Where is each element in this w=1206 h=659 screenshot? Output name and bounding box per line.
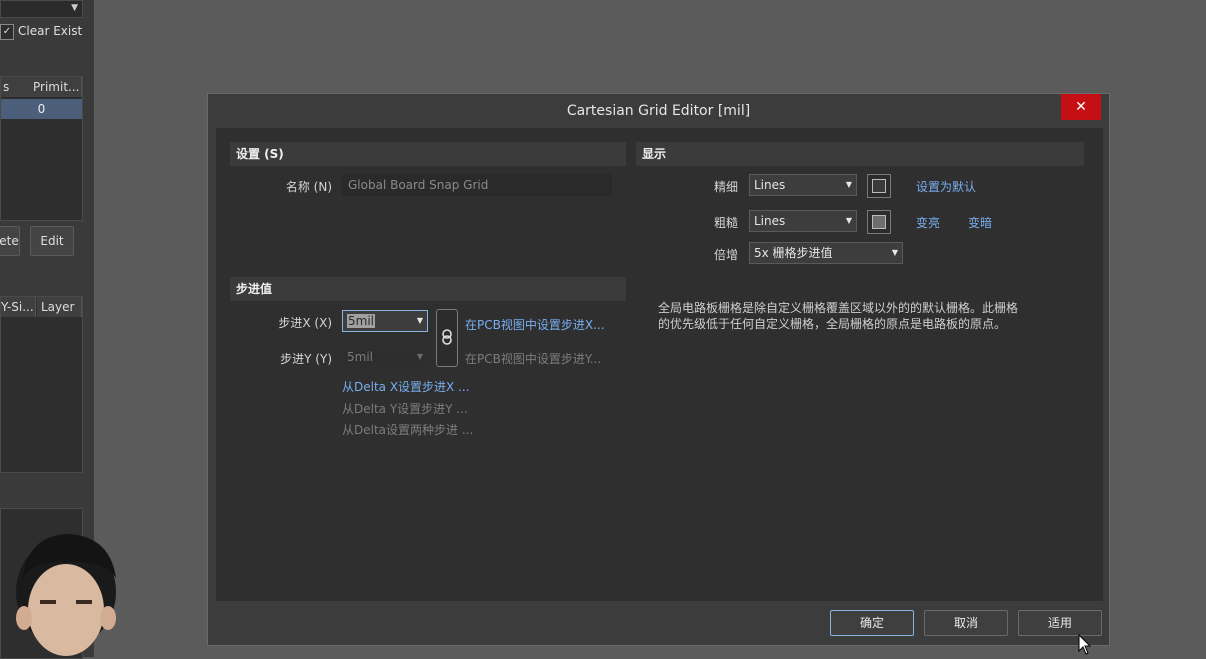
table-row[interactable]: 0 <box>1 99 82 119</box>
step-y-label: 步进Y (Y) <box>280 352 332 366</box>
dialog-content: 设置 (S) 名称 (N) Global Board Snap Grid 步进值… <box>216 128 1103 601</box>
multiplier-combo[interactable]: 5x 栅格步进值 ▼ <box>749 242 903 264</box>
description-line: 全局电路板栅格是除自定义栅格覆盖区域以外的的默认栅格。此栅格 <box>658 301 1019 315</box>
chain-link-icon <box>442 329 452 345</box>
set-step-y-from-delta-link[interactable]: 从Delta Y设置步进Y ... <box>342 400 468 417</box>
cartesian-grid-editor-dialog: Cartesian Grid Editor [mil] ✕ 设置 (S) 名称 … <box>207 93 1110 646</box>
step-y-value: 5mil <box>347 350 373 364</box>
apply-button[interactable]: 适用 <box>1018 610 1102 636</box>
set-step-x-from-pcb-link[interactable]: 在PCB视图中设置步进X... <box>465 316 605 333</box>
mouse-cursor-icon <box>1078 634 1092 655</box>
fine-color-fill <box>872 179 886 193</box>
fine-style-value: Lines <box>754 178 786 192</box>
set-step-y-from-pcb-link[interactable]: 在PCB视图中设置步进Y... <box>465 350 601 367</box>
display-section-header: 显示 <box>636 142 1084 166</box>
coarse-style-combo[interactable]: Lines ▼ <box>749 210 857 232</box>
set-both-steps-from-delta-link[interactable]: 从Delta设置两种步进 ... <box>342 421 473 438</box>
table-header[interactable]: Y-Si... <box>1 297 36 317</box>
close-icon: ✕ <box>1075 99 1087 115</box>
clear-existing-checkbox[interactable]: ✓ <box>0 24 14 40</box>
layer-table: Y-Si... Layer <box>0 296 83 473</box>
step-x-combo[interactable]: 5mil ▼ <box>342 310 428 332</box>
multiplier-value: 5x 栅格步进值 <box>754 246 833 260</box>
webcam-person-image <box>16 534 116 656</box>
dialog-title: Cartesian Grid Editor [mil] <box>566 103 751 119</box>
settings-section-header: 设置 (S) <box>230 142 626 166</box>
table-header[interactable]: Layer <box>37 297 82 317</box>
name-label: 名称 (N) <box>285 180 332 194</box>
grid-description: 全局电路板栅格是除自定义栅格覆盖区域以外的的默认栅格。此栅格 的优先级低于任何自… <box>658 300 1078 332</box>
link-steps-button[interactable] <box>436 309 458 367</box>
edit-button[interactable]: Edit <box>30 226 74 256</box>
step-y-combo[interactable]: 5mil ▼ <box>342 346 428 368</box>
step-section-header: 步进值 <box>230 277 626 301</box>
darken-link[interactable]: 变暗 <box>968 214 992 231</box>
coarse-style-value: Lines <box>754 214 786 228</box>
step-x-label: 步进X (X) <box>278 316 332 330</box>
delete-button[interactable]: ete <box>0 226 20 256</box>
set-step-x-from-delta-link[interactable]: 从Delta X设置步进X ... <box>342 378 470 395</box>
description-line: 的优先级低于任何自定义栅格，全局栅格的原点是电路板的原点。 <box>658 317 1007 331</box>
fine-style-combo[interactable]: Lines ▼ <box>749 174 857 196</box>
multiplier-label: 倍增 <box>713 248 738 262</box>
fine-color-swatch[interactable] <box>867 174 891 198</box>
coarse-color-fill <box>872 215 886 229</box>
ok-button[interactable]: 确定 <box>830 610 914 636</box>
chevron-down-icon: ▼ <box>845 216 852 225</box>
chevron-down-icon: ▼ <box>416 316 423 325</box>
step-x-value: 5mil <box>347 314 375 328</box>
fine-label: 精细 <box>713 180 738 194</box>
chevron-down-icon: ▼ <box>416 352 423 361</box>
chevron-down-icon: ▼ <box>845 180 852 189</box>
table-header[interactable]: s <box>1 77 30 97</box>
background-dropdown[interactable]: ▼ <box>0 0 83 18</box>
coarse-color-swatch[interactable] <box>867 210 891 234</box>
coarse-label: 粗糙 <box>713 216 738 230</box>
close-button[interactable]: ✕ <box>1061 94 1101 120</box>
name-field[interactable]: Global Board Snap Grid <box>342 174 612 196</box>
set-default-link[interactable]: 设置为默认 <box>916 178 976 195</box>
lighten-link[interactable]: 变亮 <box>916 214 940 231</box>
chevron-down-icon: ▼ <box>71 3 78 13</box>
clear-existing-label: Clear Exist <box>18 24 83 38</box>
table-header[interactable]: Primit... <box>29 77 82 97</box>
primitives-table: s Primit... 0 <box>0 76 83 221</box>
cancel-button[interactable]: 取消 <box>924 610 1008 636</box>
chevron-down-icon: ▼ <box>891 248 898 257</box>
